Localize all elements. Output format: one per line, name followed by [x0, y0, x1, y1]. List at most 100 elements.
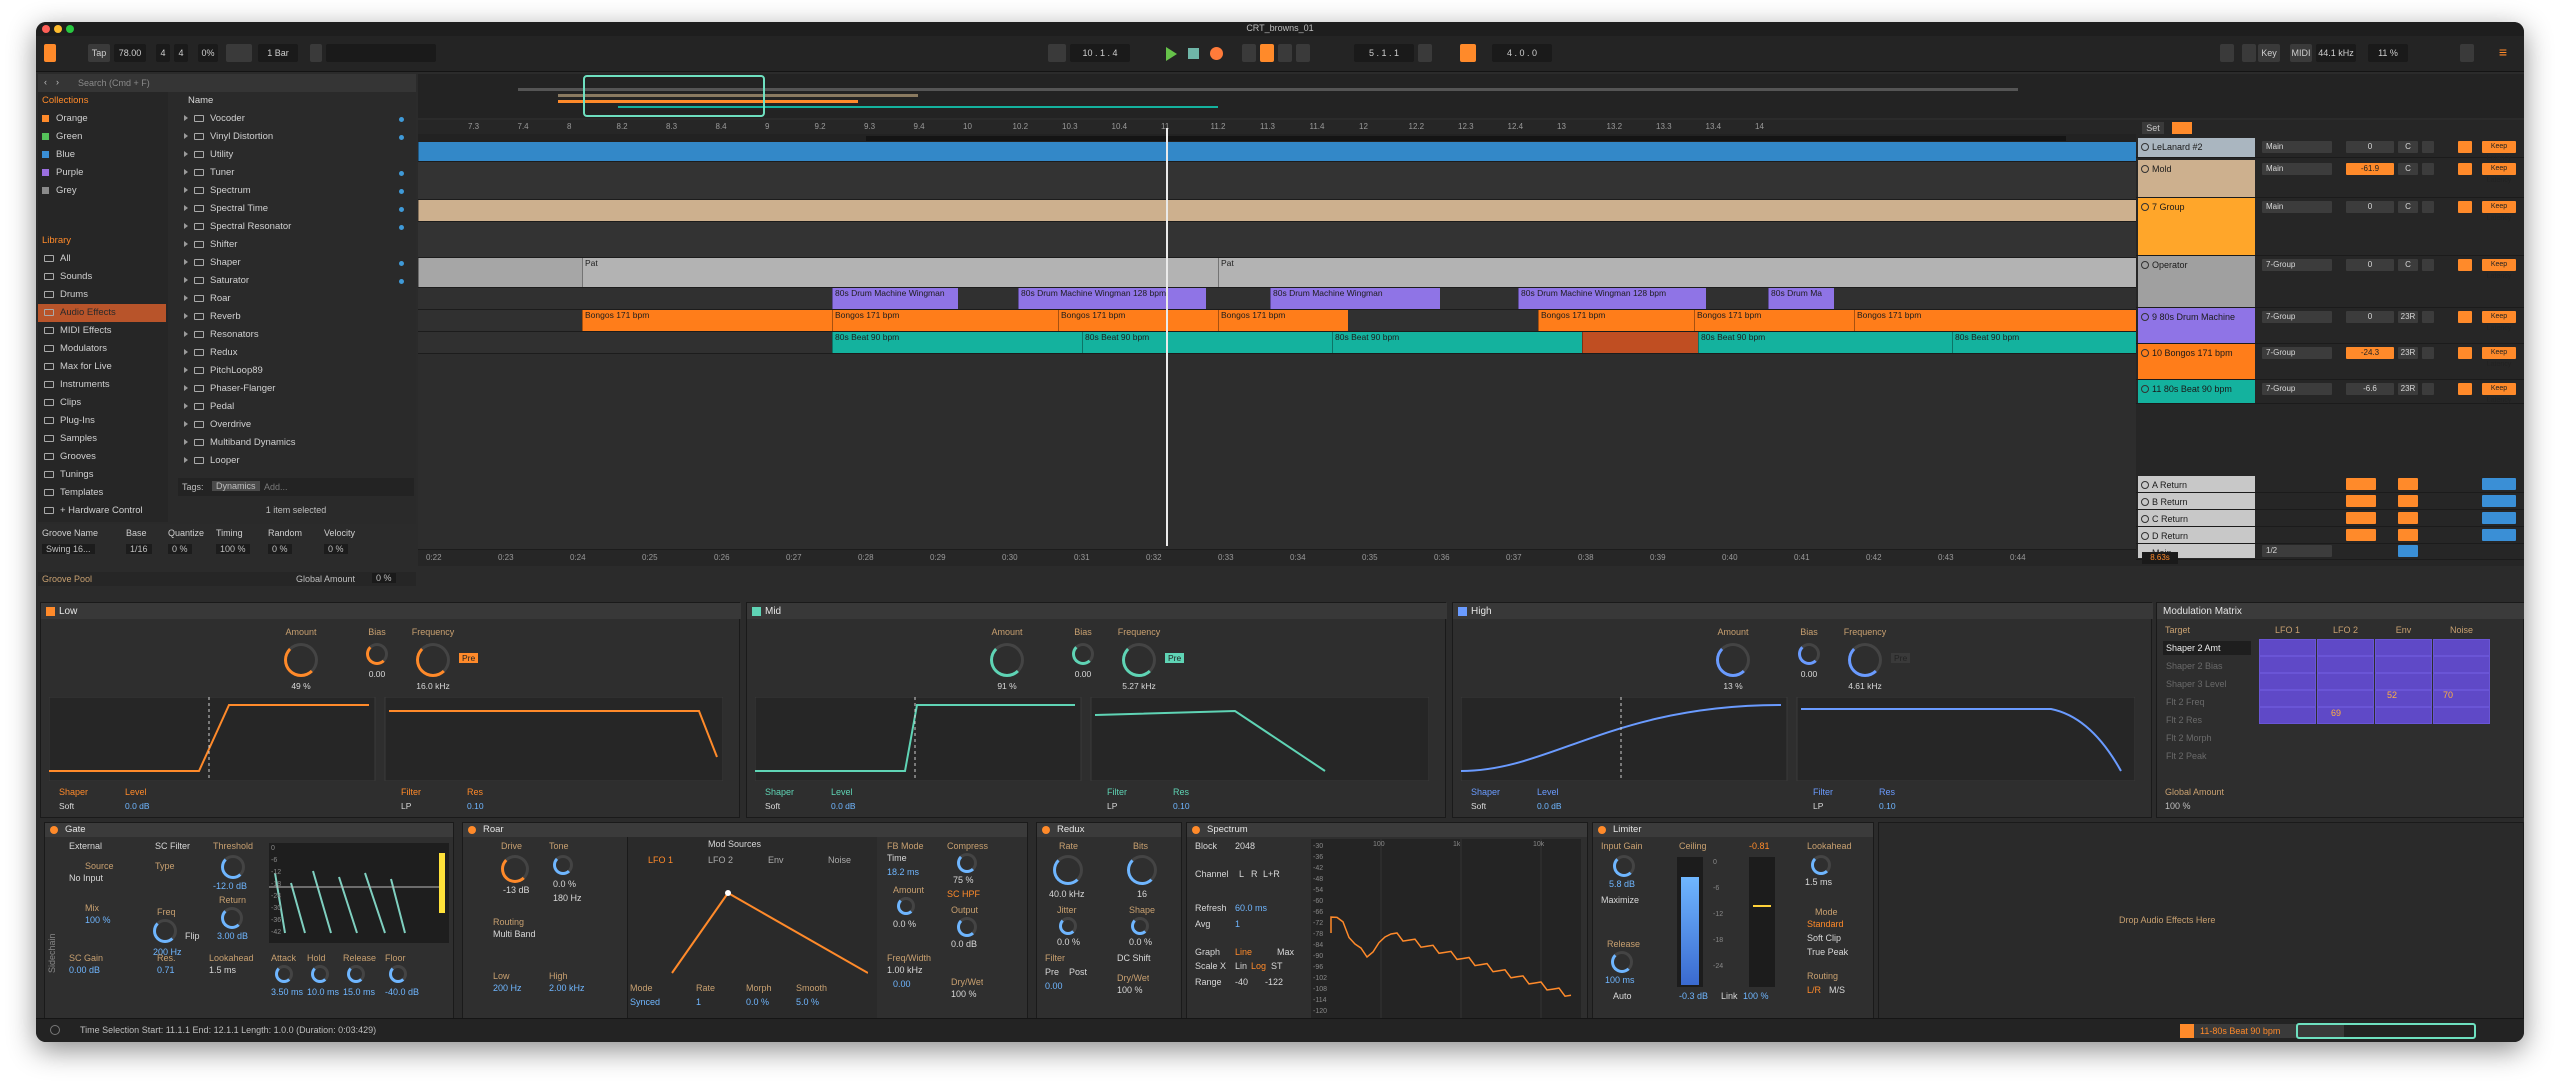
- collection-blue[interactable]: Blue: [42, 146, 75, 164]
- metronome-button[interactable]: [226, 44, 252, 62]
- track-fold-icon[interactable]: [2141, 385, 2149, 393]
- limiter-device-power-icon[interactable]: [1598, 826, 1606, 834]
- mm-cell[interactable]: [2375, 639, 2432, 656]
- clip[interactable]: 80s Beat 90 bpm: [1332, 332, 1582, 353]
- mm-cell[interactable]: [2433, 707, 2490, 724]
- expand-arrow-icon[interactable]: [184, 439, 188, 446]
- track-header[interactable]: Mold: [2138, 160, 2255, 197]
- expand-arrow-icon[interactable]: [184, 367, 188, 374]
- track-pan[interactable]: C: [2398, 141, 2418, 153]
- band-bias-knob[interactable]: [366, 643, 388, 665]
- band-level-value[interactable]: 0.0 dB: [125, 801, 150, 811]
- clip[interactable]: Pat: [582, 258, 1218, 287]
- arm-button[interactable]: [2458, 141, 2472, 153]
- track-header[interactable]: A Return: [2138, 476, 2255, 492]
- groove-cell[interactable]: 100 %: [216, 544, 250, 554]
- filter-value[interactable]: 0.00: [1045, 981, 1063, 991]
- freq-knob[interactable]: [153, 919, 177, 943]
- band-amount-value[interactable]: 91 %: [977, 681, 1037, 691]
- graph-line-button[interactable]: Line: [1235, 947, 1252, 957]
- sc-filter-button[interactable]: SC Filter: [155, 841, 190, 851]
- clip[interactable]: Bongos 171 bpm: [1854, 310, 2136, 331]
- tone-knob[interactable]: [553, 855, 573, 875]
- beat-ruler[interactable]: 7.3 7.4 8 8.2 8.3 8.4 9 9.2 9.3 9.4 10 10.2 10.3 10.4…: [418, 120, 2136, 134]
- browser-item[interactable]: Overdrive: [184, 416, 412, 434]
- band-on-toggle[interactable]: [1458, 607, 1467, 616]
- draw-mode-button[interactable]: [1418, 44, 1432, 62]
- loop-toggle-button[interactable]: [1460, 44, 1476, 62]
- groove-cell[interactable]: Swing 16...: [42, 544, 95, 554]
- expand-arrow-icon[interactable]: [184, 277, 188, 284]
- forward-icon[interactable]: ›: [56, 77, 59, 87]
- band-amount-knob[interactable]: [990, 643, 1024, 677]
- mm-cell[interactable]: [2317, 673, 2374, 690]
- tag-chip[interactable]: Dynamics: [212, 481, 260, 491]
- browser-item[interactable]: Looper: [184, 452, 412, 470]
- tone-freq-value[interactable]: 180 Hz: [553, 893, 582, 903]
- tempo-field[interactable]: 78.00: [114, 44, 146, 62]
- clip[interactable]: Bongos 171 bpm: [1218, 310, 1348, 331]
- set-button[interactable]: Set: [2142, 122, 2164, 134]
- band-freq-knob[interactable]: [1848, 643, 1882, 677]
- source-select[interactable]: No Input: [69, 873, 103, 883]
- library-item[interactable]: Drums: [38, 286, 166, 304]
- fb-amount-knob[interactable]: [897, 897, 915, 915]
- expand-arrow-icon[interactable]: [184, 403, 188, 410]
- track-header[interactable]: D Return: [2138, 527, 2255, 543]
- band-filter-value[interactable]: LP: [1107, 801, 1117, 811]
- browser-item[interactable]: Roar: [184, 290, 412, 308]
- mm-row-label[interactable]: Flt 2 Res: [2163, 713, 2251, 727]
- band-curves[interactable]: [49, 697, 723, 781]
- mod-tab[interactable]: LFO 1: [648, 855, 673, 865]
- output-knob[interactable]: [957, 917, 977, 937]
- high-value[interactable]: 2.00 kHz: [549, 983, 585, 993]
- avg-value[interactable]: 1: [1235, 919, 1240, 929]
- drive-value[interactable]: -13 dB: [503, 885, 530, 895]
- track-fold-icon[interactable]: [2141, 481, 2149, 489]
- global-amount-field[interactable]: 0 %: [372, 573, 396, 583]
- arm-button[interactable]: [2458, 311, 2472, 323]
- mm-value[interactable]: 69: [2331, 708, 2341, 718]
- sidechain-tab[interactable]: Sidechain: [47, 933, 57, 973]
- clip[interactable]: 80s Beat 90 bpm: [1698, 332, 1952, 353]
- mode-standard-button[interactable]: Standard: [1807, 919, 1844, 929]
- output-routing[interactable]: Main: [2262, 141, 2332, 153]
- browser-item[interactable]: Resonators: [184, 326, 412, 344]
- expand-arrow-icon[interactable]: [184, 241, 188, 248]
- library-item[interactable]: + Hardware Control: [38, 502, 166, 520]
- loop-brace-lane[interactable]: [418, 134, 2136, 142]
- band-amount-value[interactable]: 13 %: [1703, 681, 1763, 691]
- track-pan[interactable]: C: [2398, 201, 2418, 213]
- ch-l-button[interactable]: L: [1239, 869, 1244, 879]
- keep-latency-button[interactable]: Keep Latency: [2482, 141, 2516, 162]
- time-sig-numerator[interactable]: 4: [156, 44, 170, 62]
- clip[interactable]: 80s Drum Machine Wingman: [832, 288, 958, 309]
- pre-button[interactable]: Pre: [1165, 653, 1185, 663]
- dc-shift-button[interactable]: DC Shift: [1117, 953, 1151, 963]
- track-activator[interactable]: [2482, 512, 2516, 524]
- mm-cell[interactable]: [2375, 673, 2432, 690]
- mm-cell[interactable]: [2375, 656, 2432, 673]
- mm-row-label[interactable]: Flt 2 Peak: [2163, 749, 2251, 763]
- clip[interactable]: 80s Beat 90 bpm: [1082, 332, 1332, 353]
- library-item[interactable]: Tunings: [38, 466, 166, 484]
- band-level-value[interactable]: 0.0 dB: [831, 801, 856, 811]
- loop-length-field[interactable]: 4 . 0 . 0: [1492, 44, 1552, 62]
- track-volume[interactable]: -61.9: [2346, 163, 2394, 175]
- track-fold-icon[interactable]: [2141, 498, 2149, 506]
- fb-amount-value[interactable]: 0.0 %: [893, 919, 916, 929]
- threshold-value[interactable]: -12.0 dB: [213, 881, 247, 891]
- band-freq-knob[interactable]: [416, 643, 450, 677]
- hold-value[interactable]: 10.0 ms: [307, 987, 339, 997]
- clip[interactable]: Bongos 171 bpm: [832, 310, 1058, 331]
- ch-lr-button[interactable]: L+R: [1263, 869, 1280, 879]
- clip[interactable]: 80s Beat 90 bpm: [832, 332, 1082, 353]
- browser-item[interactable]: Shaper: [184, 254, 412, 272]
- track-header[interactable]: C Return: [2138, 510, 2255, 526]
- band-on-toggle[interactable]: [46, 607, 55, 616]
- pre-button[interactable]: Pre: [1045, 967, 1059, 977]
- solo-button[interactable]: [2422, 259, 2434, 271]
- track-pan[interactable]: 23R: [2398, 383, 2418, 395]
- expand-arrow-icon[interactable]: [184, 385, 188, 392]
- solo-button[interactable]: [2422, 383, 2434, 395]
